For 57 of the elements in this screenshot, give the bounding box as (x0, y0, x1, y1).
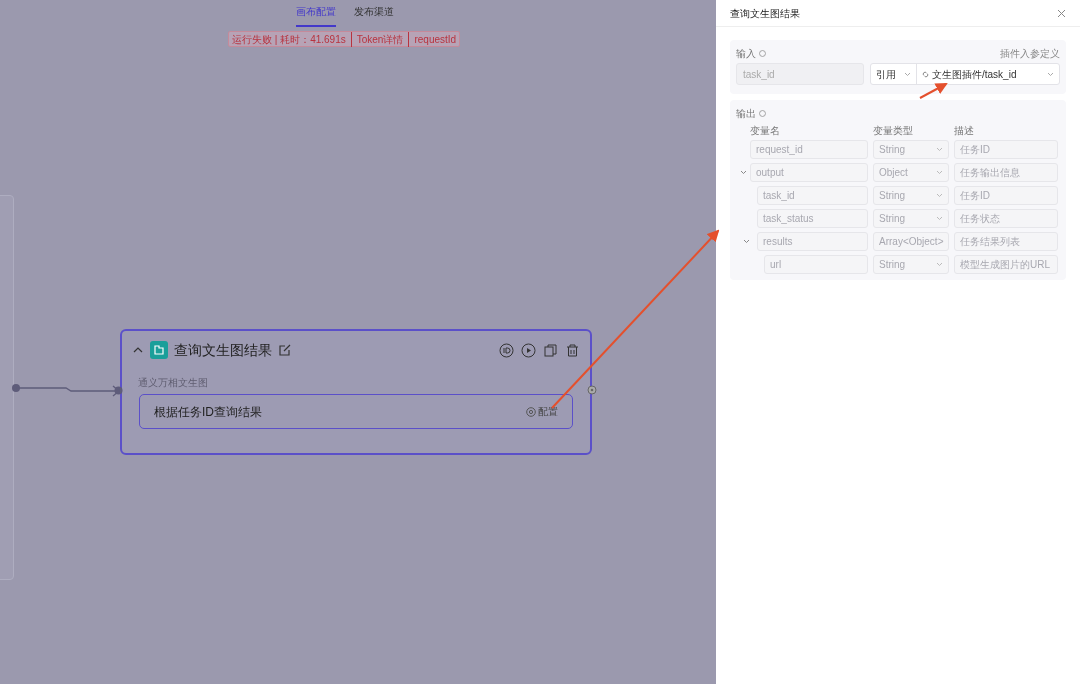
panel-title: 查询文生图结果 (730, 6, 800, 21)
expand-chevron-icon[interactable] (743, 239, 750, 244)
settings-icon[interactable] (526, 406, 536, 417)
chevron-down-icon (936, 216, 943, 221)
run-icon[interactable] (521, 342, 536, 358)
id-icon[interactable] (499, 342, 514, 358)
variable-type-dropdown[interactable]: String (873, 140, 949, 159)
description-field[interactable]: 任务结果列表 (954, 232, 1058, 251)
canvas-tab[interactable]: 画布配置 (296, 0, 336, 27)
token-details-link[interactable]: Token详情 (350, 31, 409, 47)
action-box[interactable]: 根据任务ID查询结果 配置 (139, 394, 573, 429)
variable-type-dropdown[interactable]: Object (873, 163, 949, 182)
plugin-icon (150, 341, 168, 359)
description-field[interactable]: 任务状态 (954, 209, 1058, 228)
config-link[interactable]: 配置 (538, 404, 558, 419)
variable-name-field[interactable]: results (757, 232, 868, 251)
variable-name-field[interactable]: task_id (757, 186, 868, 205)
delete-icon[interactable] (565, 342, 580, 358)
variable-type-dropdown[interactable]: String (873, 186, 949, 205)
copy-icon[interactable] (543, 342, 558, 358)
parameter-definition-link[interactable]: 插件入参定义 (1000, 46, 1060, 61)
output-port-icon (587, 385, 597, 395)
variable-name-field[interactable]: task_status (757, 209, 868, 228)
description-field[interactable]: 任务ID (954, 186, 1058, 205)
chevron-down-icon (936, 170, 943, 175)
run-status-text: 运行失败 | 耗时：41.691s (232, 32, 347, 47)
chevron-down-icon (904, 71, 911, 77)
input-section-label: 输入 (736, 47, 756, 61)
description-field[interactable]: 任务输出信息 (954, 163, 1058, 182)
variable-name-field[interactable]: request_id (750, 140, 868, 159)
variable-type-dropdown[interactable]: String (873, 209, 949, 228)
edit-icon[interactable] (278, 343, 292, 357)
column-header: 变量类型 (873, 124, 914, 138)
variable-type-dropdown[interactable]: Array<Object> (873, 232, 949, 251)
reference-mode-dropdown[interactable]: 引用 (871, 64, 917, 84)
variable-type-dropdown[interactable]: String (873, 255, 949, 274)
request-id-link[interactable]: requestId (408, 31, 457, 47)
description-field[interactable]: 模型生成图片的URL (954, 255, 1058, 274)
variable-name-field[interactable]: output (750, 163, 868, 182)
chevron-down-icon (1047, 71, 1054, 77)
chevron-down-icon (936, 147, 943, 152)
reference-value-dropdown[interactable]: 文生图插件/task_id (917, 64, 1059, 84)
variable-name-field[interactable]: url (764, 255, 868, 274)
output-section-label: 输出 (736, 107, 756, 121)
chevron-down-icon (936, 193, 943, 198)
column-header: 描述 (954, 124, 975, 138)
close-icon[interactable] (1057, 8, 1066, 18)
input-port-icon (114, 386, 123, 395)
column-header: 变量名 (750, 124, 781, 138)
expand-chevron-icon[interactable] (739, 170, 747, 175)
chevron-down-icon (936, 262, 943, 267)
canvas-tab[interactable]: 发布渠道 (354, 0, 394, 27)
description-field[interactable]: 任务ID (954, 140, 1058, 159)
parameter-name-field[interactable]: task_id (736, 63, 864, 85)
node-title: 查询文生图结果 (174, 340, 272, 360)
action-label: 根据任务ID查询结果 (154, 403, 262, 421)
annotation-arrow (919, 83, 948, 99)
